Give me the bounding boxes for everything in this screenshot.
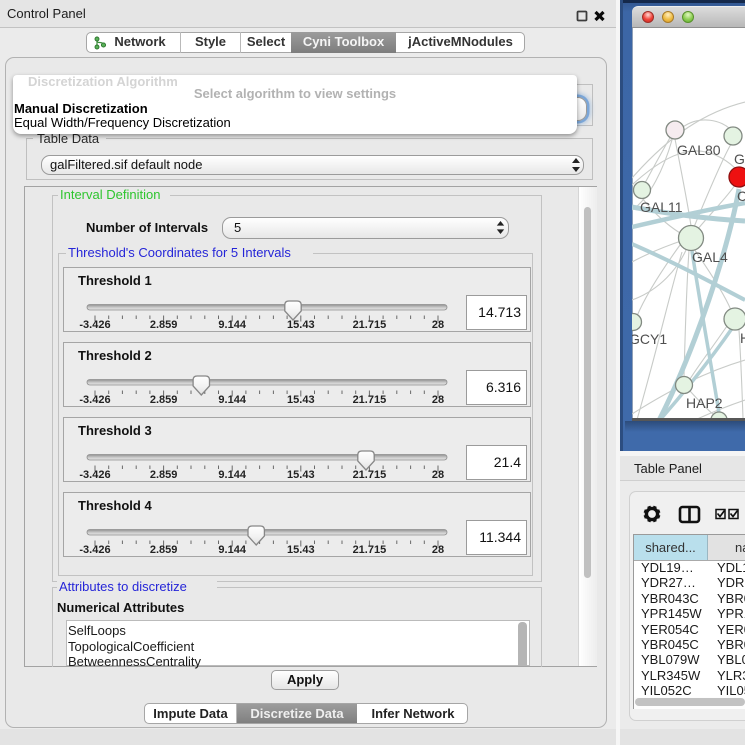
svg-text:GCY1: GCY1 <box>632 331 667 347</box>
svg-text:GA: GA <box>734 151 745 167</box>
svg-text:C: C <box>737 188 745 204</box>
svg-text:H: H <box>740 330 745 346</box>
svg-text:HAP2: HAP2 <box>686 395 723 411</box>
svg-text:GAL11: GAL11 <box>640 199 683 215</box>
svg-text:GAL80: GAL80 <box>677 142 721 158</box>
svg-text:GAL4: GAL4 <box>692 249 728 265</box>
